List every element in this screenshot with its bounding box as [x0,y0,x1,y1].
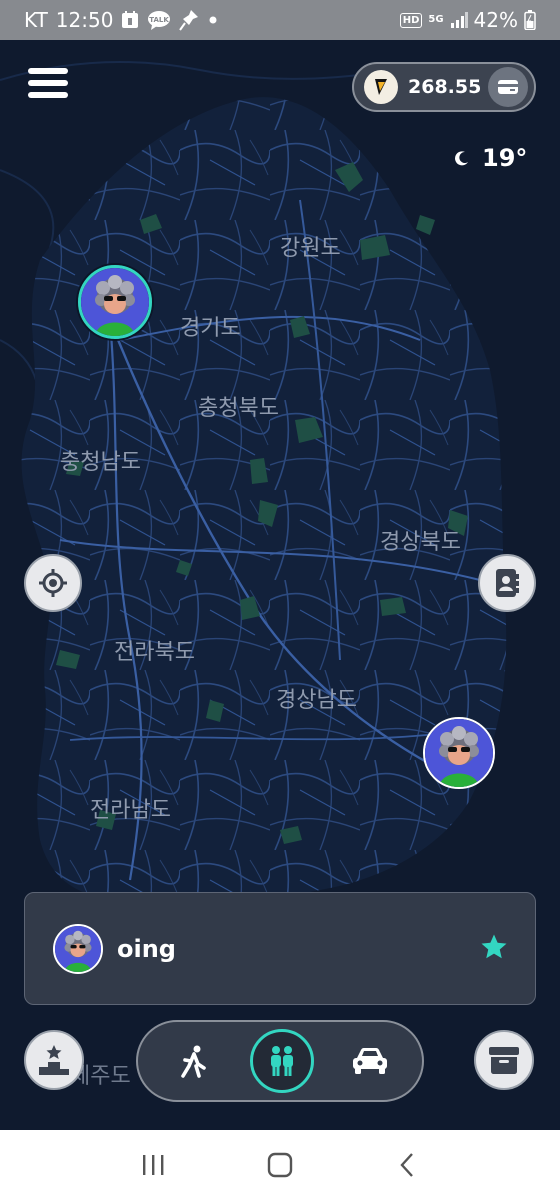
favorite-star-button[interactable] [479,932,509,966]
archive-button[interactable] [474,1030,534,1090]
home-button[interactable] [260,1145,300,1185]
battery-percent: 42% [473,8,518,32]
avatar-image [81,268,149,336]
contact-book-icon [496,569,519,597]
battery-icon [524,10,536,30]
archive-box-icon [489,1047,519,1074]
menu-button[interactable] [28,68,68,104]
coin-icon [364,70,398,104]
home-icon [267,1152,293,1178]
region-label-gyeongbuk: 경상북도 [380,530,461,555]
wallet-button[interactable] [488,67,528,107]
travel-mode-selector [136,1020,424,1102]
dot-icon [207,14,219,26]
recent-apps-button[interactable] [133,1145,173,1185]
friend-avatar-marker[interactable] [423,717,495,789]
ranking-button[interactable] [24,1030,84,1090]
back-chevron-icon [400,1153,413,1177]
friends-icon [271,1046,293,1076]
region-label-jeonbuk: 전라북도 [114,640,195,665]
hamburger-icon [28,68,68,74]
avatar-image [425,719,493,787]
friend-card-avatar [53,923,103,974]
network-label: 5G [428,14,444,25]
friend-avatar-marker[interactable] [78,265,152,339]
calendar-icon [121,11,139,29]
avatar-image [55,925,101,972]
pin-app-icon [179,9,199,31]
back-button[interactable] [387,1145,427,1185]
moon-icon [455,151,468,166]
network-5g-icon: 5G [428,15,443,25]
locate-me-button[interactable] [24,554,82,612]
friend-name: oing [117,934,176,963]
region-label-gyeongnam: 경상남도 [276,688,357,713]
region-label-jeonnam: 전라남도 [90,798,171,823]
balance-value: 268.55 [408,76,482,98]
carrier: KT [24,8,48,32]
clock: 12:50 [55,8,114,32]
car-icon [353,1048,387,1074]
region-label-chungbuk: 충청북도 [198,396,279,421]
mode-friends-button[interactable] [250,1029,314,1093]
mode-car-button[interactable] [340,1031,400,1091]
temperature: 19° [482,144,528,172]
star-icon [481,934,507,958]
weather-widget: 19° [454,144,527,172]
region-label-gyeonggi: 경기도 [180,316,241,341]
contacts-button[interactable] [478,554,536,612]
recent-apps-icon [143,1155,164,1175]
system-navigation-bar [0,1130,560,1200]
mode-walk-button[interactable] [164,1031,224,1091]
friend-card[interactable]: oing [24,892,536,1005]
talk-badge-label: TALK [150,16,170,24]
kakaotalk-icon: TALK [147,10,171,30]
hd-voice-label: HD [399,12,423,28]
region-label-chungnam: 충청남도 [60,450,141,475]
walk-icon [181,1045,206,1078]
status-bar: KT 12:50 TALK HD 5G 42% [0,0,560,40]
app-screen: KT 12:50 TALK HD 5G 42% 강원도 경기도 충청북도 충청남… [0,0,560,1200]
balance-pill[interactable]: 268.55 [352,62,536,112]
wallet-icon [498,80,518,94]
region-label-gangwon: 강원도 [280,236,341,261]
podium-icon [39,1045,69,1075]
signal-icon [450,12,468,28]
crosshair-icon [39,569,67,597]
